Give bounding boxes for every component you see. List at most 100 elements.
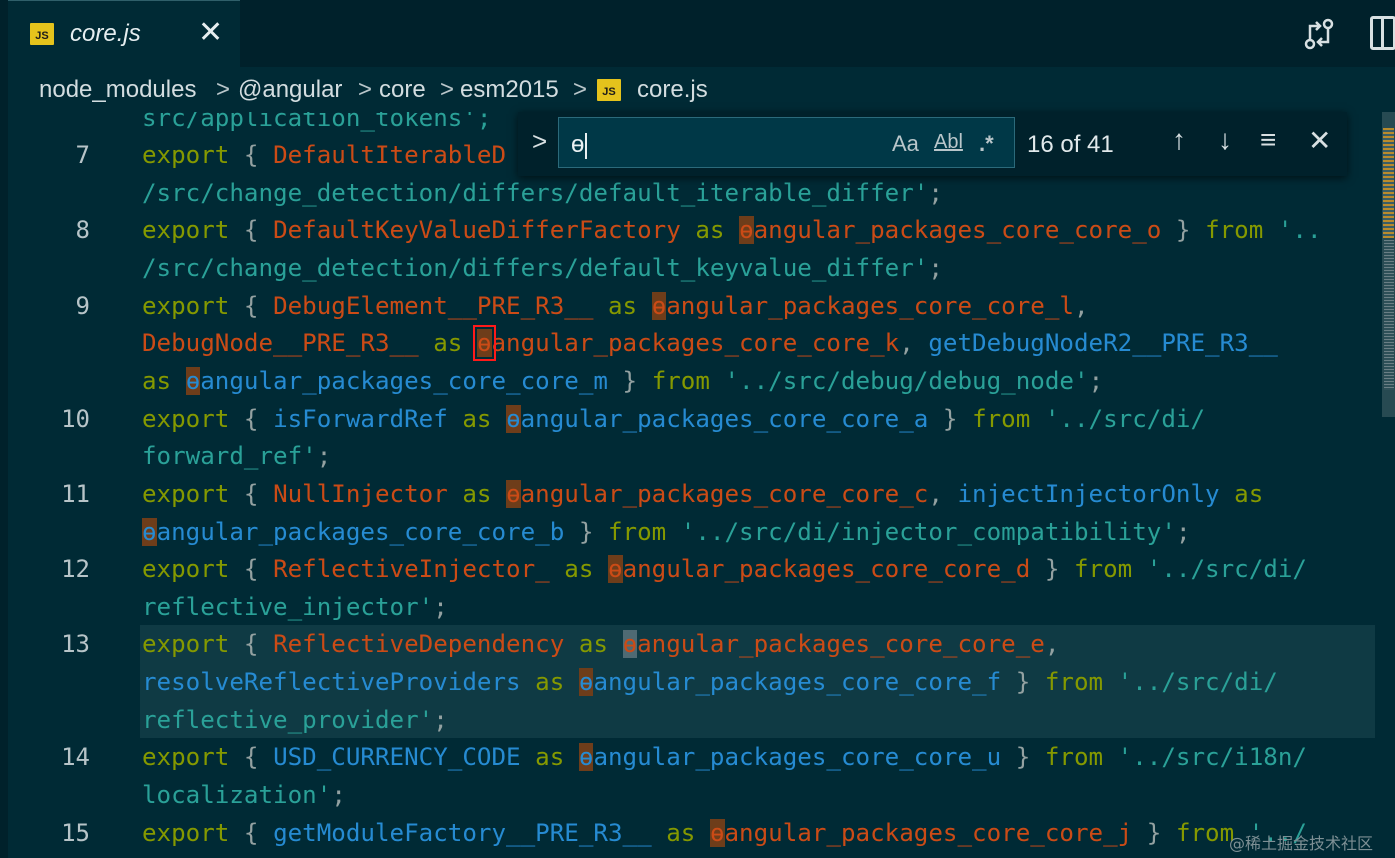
find-widget: > ɵ Aa Abl .* 16 of 41 ↑ ↓ ≡ ✕ [518, 112, 1347, 176]
code-token: from [608, 518, 667, 546]
code-token: } [1001, 743, 1045, 771]
line-number: 8 [75, 216, 90, 244]
search-match: ɵ [578, 743, 594, 771]
whole-word-icon[interactable]: Abl [934, 131, 963, 154]
code-token: angular_packages_core_core_e [637, 630, 1045, 658]
code-token: DefaultIterableD [273, 141, 507, 169]
line-number: 9 [75, 292, 90, 320]
js-file-icon: JS [597, 79, 621, 101]
match-count: 16 of 41 [1027, 131, 1114, 158]
code-token: ReflectiveDependency [273, 630, 565, 658]
code-token: DebugNode__PRE_R3__ [142, 329, 419, 357]
code-token: , [1074, 292, 1089, 320]
code-token: forward_ref' [142, 442, 317, 470]
code-token: as [520, 743, 579, 771]
code-token: as [447, 405, 507, 433]
code-token: angular_packages_core_core_f [593, 668, 1002, 696]
breadcrumb-item-node-modules[interactable]: node_modules [39, 76, 196, 104]
code-token: getModuleFactory__PRE_R3__ [273, 819, 652, 847]
code-token: } [608, 367, 652, 395]
code-token: from [1074, 555, 1133, 583]
code-token: } [1030, 555, 1074, 583]
close-icon[interactable]: ✕ [198, 15, 223, 50]
code-token: , [928, 480, 958, 508]
code-token: export [142, 405, 230, 433]
code-token: { [229, 292, 274, 320]
line-number: 15 [61, 819, 90, 847]
chevron-right-icon: > [358, 76, 373, 103]
line-number: 12 [61, 555, 90, 583]
source-compare-icon[interactable] [1302, 18, 1336, 50]
code-line: export { DefaultKeyValueDifferFactory as… [142, 212, 1322, 249]
line-number: 7 [75, 141, 90, 169]
code-line: /src/change_detection/differs/default_it… [142, 175, 943, 212]
code-token: { [229, 480, 274, 508]
search-match: ɵ [709, 819, 725, 847]
code-token: from [972, 405, 1031, 433]
next-match-arrow-down-icon[interactable]: ↓ [1218, 124, 1232, 156]
breadcrumb: node_modules > @angular > core > esm2015… [0, 67, 1395, 112]
search-match: ɵ [739, 216, 754, 244]
code-line: export { isForwardRef as ɵangular_packag… [142, 401, 1205, 438]
breadcrumb-item-core[interactable]: core [379, 76, 426, 104]
code-token: ; [928, 179, 943, 207]
code-line: reflective_injector'; [142, 589, 448, 626]
breadcrumb-item-angular[interactable]: @angular [238, 76, 342, 104]
minimap-matches [1383, 128, 1394, 238]
code-token: angular_packages_core_core_o [753, 216, 1162, 244]
code-token: ; [331, 781, 346, 809]
breadcrumb-item-esm2015[interactable]: esm2015 [460, 76, 559, 104]
code-token: '../src/di/injector_compatibility' [666, 518, 1176, 546]
code-token: '../src/di/ [1103, 668, 1278, 696]
code-token: USD_CURRENCY_CODE [273, 743, 521, 771]
code-token: { [229, 743, 274, 771]
code-token: getDebugNodeR2__PRE_R3__ [928, 329, 1278, 357]
code-token: ; [1175, 518, 1191, 546]
breadcrumb-item-file[interactable]: core.js [637, 76, 708, 104]
code-line: ɵangular_packages_core_core_b } from '..… [142, 514, 1191, 551]
code-line: export { DebugElement__PRE_R3__ as ɵangu… [142, 288, 1089, 325]
chevron-right-icon: > [440, 76, 455, 103]
minimap-code [1384, 240, 1394, 390]
code-token: { [229, 555, 274, 583]
regex-icon[interactable]: .* [979, 131, 994, 157]
match-case-icon[interactable]: Aa [892, 131, 919, 157]
tab-bar: JS core.js ✕ [0, 0, 1395, 67]
code-token: , [1044, 630, 1060, 658]
watermark: @稀土掘金技术社区 [1229, 834, 1374, 853]
find-input-value: ɵ [571, 131, 588, 159]
code-token: export [142, 743, 230, 771]
code-token: { [229, 405, 274, 433]
code-token: angular_packages_core_core_b [156, 518, 565, 546]
code-line: localization'; [142, 777, 346, 814]
line-number: 10 [61, 405, 90, 433]
code-line: DebugNode__PRE_R3__ as ɵangular_packages… [142, 325, 1278, 362]
toggle-replace-chevron-icon[interactable]: > [532, 126, 547, 157]
find-input[interactable]: ɵ Aa Abl .* [558, 117, 1015, 168]
code-token: localization' [142, 781, 332, 809]
code-token: { [229, 630, 274, 658]
search-match: ɵ [506, 480, 521, 508]
code-token: as [680, 216, 740, 244]
code-token: { [229, 141, 274, 169]
code-token: as [520, 668, 579, 696]
tab-core-js[interactable]: JS core.js ✕ [8, 0, 240, 67]
code-token: angular_packages_core_core_m [200, 367, 608, 395]
code-line: export { NullInjector as ɵangular_packag… [142, 476, 1263, 513]
chevron-right-icon: > [216, 76, 231, 103]
code-token: , [899, 329, 929, 357]
previous-match-arrow-up-icon[interactable]: ↑ [1172, 124, 1186, 156]
code-token: from [1175, 819, 1235, 847]
code-token: { [229, 819, 274, 847]
split-editor-icon[interactable] [1370, 16, 1395, 50]
search-match: ɵ [651, 292, 667, 320]
code-token: angular_packages_core_core_c [520, 480, 929, 508]
code-token: NullInjector [273, 480, 448, 508]
code-token: export [142, 292, 230, 320]
code-line: export { ReflectiveDependency as ɵangula… [142, 626, 1059, 663]
close-icon[interactable]: ✕ [1308, 124, 1331, 157]
code-editor[interactable]: src/application_tokens'; 7 8 9 10 11 12 13 14 15… [0, 112, 1395, 858]
find-in-selection-icon[interactable]: ≡ [1260, 124, 1276, 156]
search-match: ɵ [142, 518, 157, 546]
search-match: ɵ [506, 405, 521, 433]
